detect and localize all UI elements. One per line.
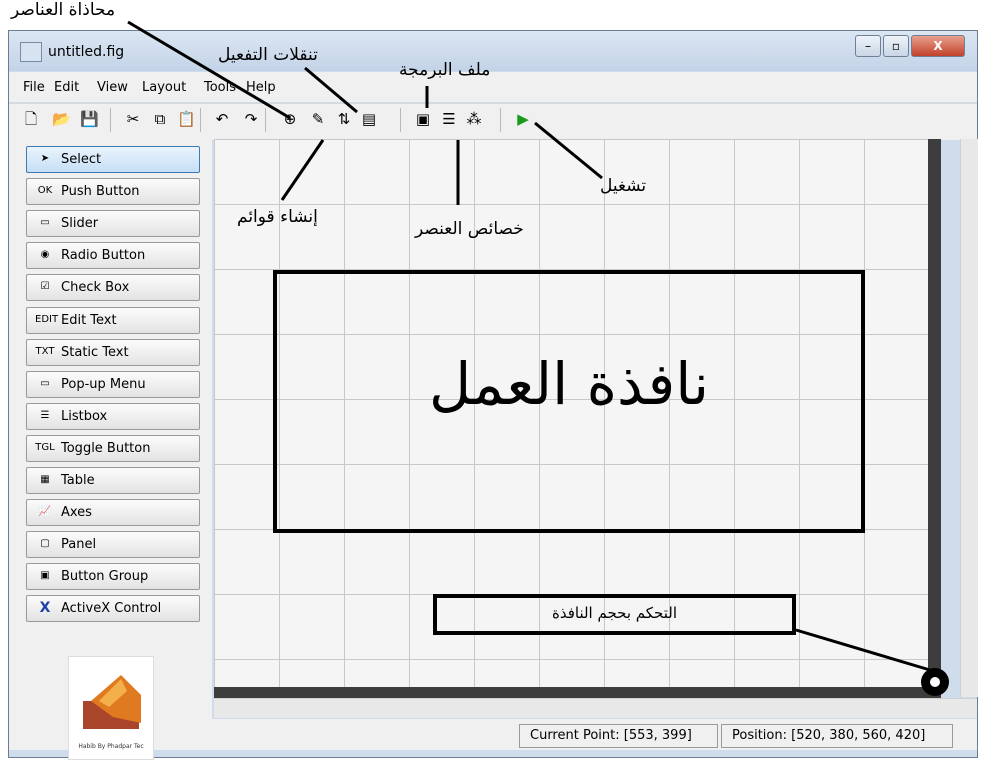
properties-annotation: خصائص العنصر xyxy=(415,219,524,239)
run-callout-line xyxy=(534,121,603,180)
align-callout-line xyxy=(127,20,291,120)
work-window-label: نافذة العمل xyxy=(428,350,710,418)
resize-annotation: التحكم بحجم النافذة xyxy=(551,604,677,622)
align-annotation: محاذاة العناصر xyxy=(11,0,116,20)
menus-callout-line xyxy=(280,139,325,201)
matlab-logo: Habib By Phadpar Tec xyxy=(68,656,154,760)
m-file-annotation: ملف البرمجة xyxy=(399,60,491,80)
tab-order-annotation: تنقلات التفعيل xyxy=(218,45,318,65)
run-annotation: تشغيل xyxy=(600,176,647,196)
resize-callout-line xyxy=(795,628,931,672)
tab-order-callout-line xyxy=(304,66,358,114)
menus-annotation: إنشاء قوائم xyxy=(237,207,318,227)
logo-caption: Habib By Phadpar Tec xyxy=(78,743,144,750)
resize-handle-center xyxy=(930,677,940,687)
